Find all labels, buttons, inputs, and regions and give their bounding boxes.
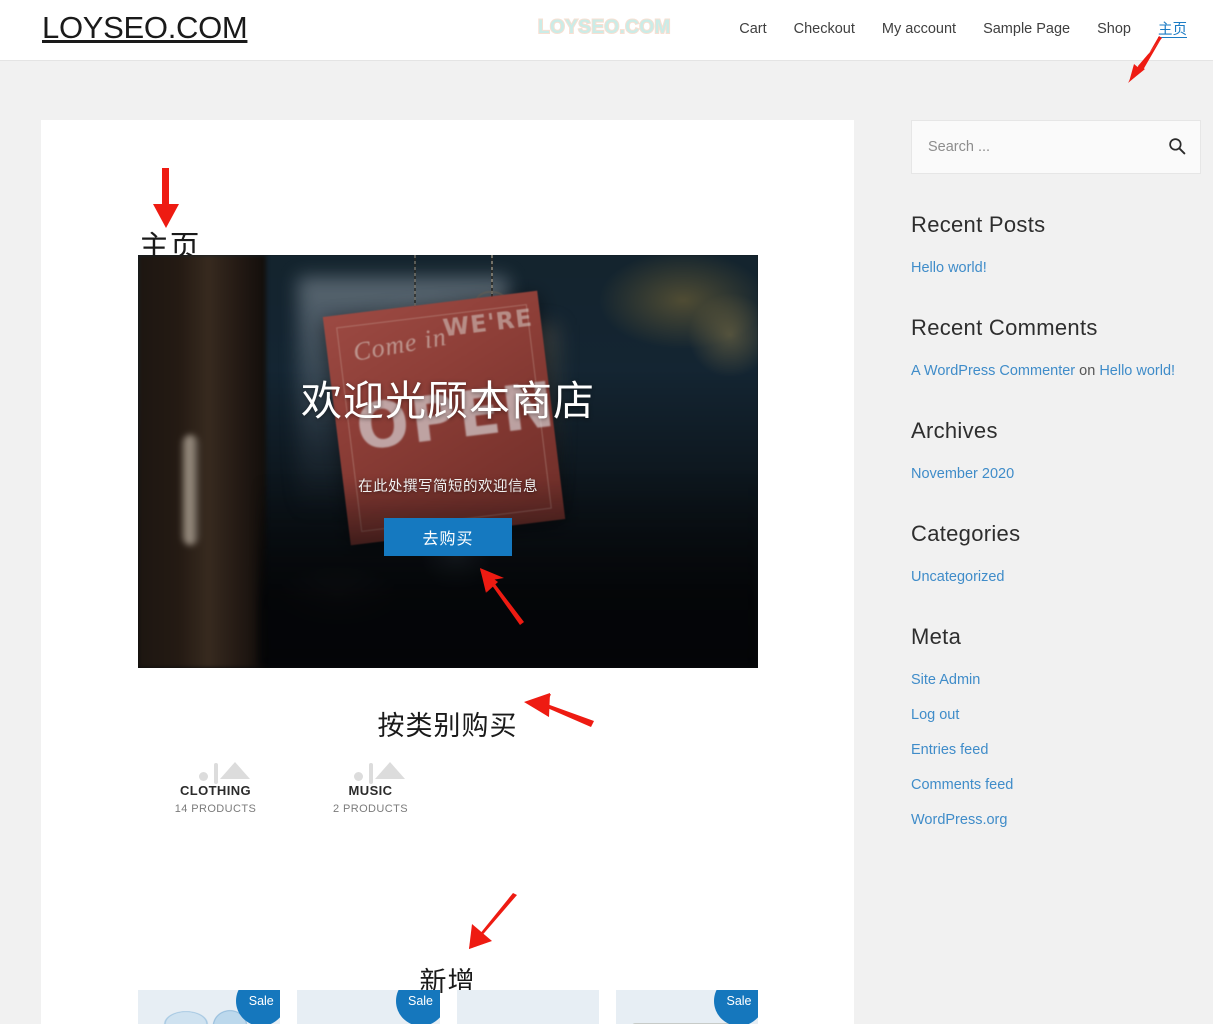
watermark-logo: LOYSEO.COM <box>537 16 671 39</box>
nav-item-home[interactable]: 主页 <box>1158 18 1187 39</box>
hero-banner: Come in WE'RE OPEN 欢迎光顾本商店 在此处撰写简短的欢迎信息 … <box>138 255 758 668</box>
list-item: Comments feed <box>911 776 1203 794</box>
shop-now-button[interactable]: 去购买 <box>384 518 512 556</box>
site-header: LOYSEO.COM LOYSEO.COM Cart Checkout My a… <box>0 0 1213 61</box>
nav-item-my-account[interactable]: My account <box>882 21 956 37</box>
meta-link-log-out[interactable]: Log out <box>911 707 959 723</box>
list-item: Site Admin <box>911 671 1203 689</box>
image-placeholder-icon <box>213 763 218 784</box>
nav-item-checkout[interactable]: Checkout <box>794 21 855 37</box>
list-item: Uncategorized <box>911 568 1203 586</box>
list-item: Log out <box>911 706 1203 724</box>
hero-text-overlay: 欢迎光顾本商店 在此处撰写简短的欢迎信息 去购买 <box>138 255 758 668</box>
category-name: MUSIC <box>348 783 393 798</box>
widget-title: Recent Comments <box>911 315 1098 340</box>
category-list: CLOTHING 14 PRODUCTS MUSIC 2 PRODUCTS <box>138 763 758 815</box>
meta-link-site-admin[interactable]: Site Admin <box>911 672 980 688</box>
widget-categories: Categories Uncategorized <box>911 521 1203 586</box>
main-content-card: 主页 Come in WE'RE OPEN 欢迎光顾本商店 在此处撰写简短的欢迎… <box>41 120 854 1024</box>
widget-title: Meta <box>911 624 962 649</box>
nav-item-cart[interactable]: Cart <box>739 21 766 37</box>
search-form <box>911 120 1201 174</box>
site-title[interactable]: LOYSEO.COM <box>42 10 248 46</box>
product-card[interactable]: Sale <box>615 990 758 1024</box>
comment-author-link[interactable]: A WordPress Commenter <box>911 363 1075 379</box>
meta-link-entries-feed[interactable]: Entries feed <box>911 742 988 758</box>
sale-badge: Sale <box>714 990 758 1024</box>
comment-on-text: on <box>1075 363 1100 379</box>
widget-recent-posts: Recent Posts Hello world! <box>911 212 1203 277</box>
widget-title: Categories <box>911 521 1021 546</box>
category-item-clothing[interactable]: CLOTHING 14 PRODUCTS <box>138 763 293 815</box>
search-icon <box>1169 137 1186 154</box>
category-link[interactable]: Uncategorized <box>911 569 1005 585</box>
widget-meta: Meta Site Admin Log out Entries feed Com… <box>911 624 1203 829</box>
category-product-count: 14 PRODUCTS <box>174 803 257 815</box>
list-item: WordPress.org <box>911 811 1203 829</box>
sidebar: Recent Posts Hello world! Recent Comment… <box>911 120 1203 829</box>
nav-item-sample-page[interactable]: Sample Page <box>983 21 1070 37</box>
product-card[interactable] <box>456 990 599 1024</box>
sale-badge: Sale <box>236 990 281 1024</box>
product-card[interactable]: Sale <box>297 990 440 1024</box>
meta-link-comments-feed[interactable]: Comments feed <box>911 777 1013 793</box>
widget-title: Archives <box>911 418 998 443</box>
widget-recent-comments: Recent Comments A WordPress Commenter on… <box>911 315 1203 380</box>
nav-item-shop[interactable]: Shop <box>1097 21 1131 37</box>
recent-post-link[interactable]: Hello world! <box>911 260 987 276</box>
category-product-count: 2 PRODUCTS <box>333 803 408 815</box>
sale-badge: Sale <box>395 990 440 1024</box>
search-submit-button[interactable] <box>1162 132 1192 162</box>
list-item: Hello world! <box>911 259 1203 277</box>
list-item: Entries feed <box>911 741 1203 759</box>
search-input[interactable] <box>912 121 1160 173</box>
product-card[interactable]: Sale <box>138 990 281 1024</box>
hero-subtitle: 在此处撰写简短的欢迎信息 <box>358 479 538 495</box>
widget-archives: Archives November 2020 <box>911 418 1203 483</box>
category-name: CLOTHING <box>179 783 252 798</box>
main-navigation: Cart Checkout My account Sample Page Sho… <box>739 18 1187 39</box>
archive-link[interactable]: November 2020 <box>911 466 1014 482</box>
list-item: November 2020 <box>911 465 1203 483</box>
category-item-music[interactable]: MUSIC 2 PRODUCTS <box>293 763 448 815</box>
categories-heading: 按类别购买 <box>377 711 518 742</box>
list-item: A WordPress Commenter on Hello world! <box>911 362 1203 380</box>
comment-post-link[interactable]: Hello world! <box>1099 363 1175 379</box>
hero-title: 欢迎光顾本商店 <box>301 378 595 424</box>
image-placeholder-icon <box>368 763 373 784</box>
meta-link-wordpress-org[interactable]: WordPress.org <box>911 812 1007 828</box>
product-list: Sale Sale Sale <box>138 990 758 1024</box>
widget-title: Recent Posts <box>911 212 1046 237</box>
